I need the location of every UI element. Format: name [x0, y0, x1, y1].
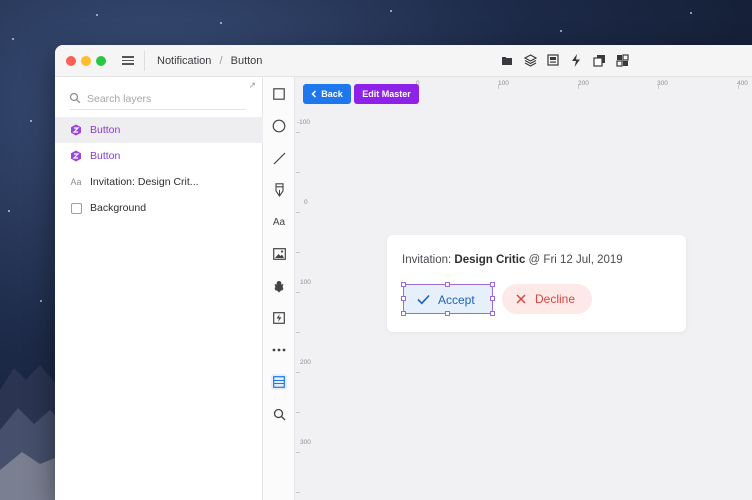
ruler-label: -100 [297, 119, 311, 126]
title-toolbar [500, 53, 629, 67]
layer-label: Button [90, 150, 121, 162]
star [40, 300, 42, 302]
accept-button[interactable]: Accept [401, 282, 495, 316]
back-label: Back [321, 89, 343, 99]
close-icon [516, 294, 526, 304]
menu-icon[interactable] [121, 54, 135, 68]
resize-handle[interactable] [490, 296, 495, 301]
resize-handle[interactable] [490, 311, 495, 316]
image-tool-icon[interactable] [271, 246, 287, 262]
star [560, 30, 562, 32]
rectangle-tool-icon[interactable] [271, 86, 287, 102]
layer-item-button[interactable]: Button [55, 143, 263, 169]
resize-handle[interactable] [445, 311, 450, 316]
layer-item-button[interactable]: Button [55, 117, 263, 143]
rectangle-icon [70, 202, 82, 214]
bolt-icon[interactable] [569, 53, 583, 67]
mountain-silhouette [0, 365, 60, 500]
text-tool-icon[interactable]: Aa [271, 214, 287, 230]
tools-toolbar: Aa [263, 77, 295, 500]
resize-handle[interactable] [401, 311, 406, 316]
star [30, 120, 32, 122]
check-icon [417, 294, 430, 305]
chevron-left-icon [311, 90, 317, 98]
star [220, 22, 222, 24]
ruler-label: 0 [304, 199, 308, 206]
line-tool-icon[interactable] [271, 150, 287, 166]
star [690, 12, 692, 14]
text-icon: Aa [70, 177, 82, 187]
minimize-window-button[interactable] [81, 56, 91, 66]
layer-label: Invitation: Design Crit... [90, 176, 199, 188]
decline-button[interactable]: Decline [502, 284, 592, 314]
invitation-text: Invitation: Design Critic @ Fri 12 Jul, … [402, 254, 623, 266]
breadcrumb-current: Button [230, 55, 263, 67]
layer-item-invitation-text[interactable]: Aa Invitation: Design Crit... [55, 169, 263, 195]
divider [144, 51, 145, 71]
image-frame-icon[interactable] [546, 53, 560, 67]
zoom-window-button[interactable] [96, 56, 106, 66]
vertical-ruler: -100 0 100 200 300 [295, 77, 311, 500]
breadcrumb: Notification / Button [157, 55, 262, 67]
star [8, 210, 10, 212]
decline-label: Decline [535, 292, 576, 306]
close-window-button[interactable] [66, 56, 76, 66]
resize-handle[interactable] [401, 282, 406, 287]
component-icon [70, 150, 82, 162]
notification-card[interactable]: Invitation: Design Critic @ Fri 12 Jul, … [387, 235, 686, 332]
search-input[interactable] [87, 91, 242, 107]
components-icon[interactable] [615, 53, 629, 67]
back-button[interactable]: Back [303, 84, 351, 104]
component-icon [70, 124, 82, 136]
ruler-label: 100 [300, 279, 311, 286]
star [96, 14, 98, 16]
star [12, 38, 14, 40]
ruler-label: 200 [300, 359, 311, 366]
layers-panel: ↗ Button Button Aa Invitation: Design Cr… [55, 77, 263, 500]
folder-icon[interactable] [500, 53, 514, 67]
layer-search [69, 91, 246, 110]
title-bar: Notification / Button [55, 45, 752, 77]
resize-handle[interactable] [401, 296, 406, 301]
breadcrumb-parent[interactable]: Notification [157, 55, 211, 67]
layer-label: Button [90, 124, 121, 136]
layer-item-background[interactable]: Background [55, 195, 263, 221]
overlap-icon[interactable] [592, 53, 606, 67]
resize-handle[interactable] [490, 282, 495, 287]
ellipse-tool-icon[interactable] [271, 118, 287, 134]
search-icon [69, 92, 81, 104]
edit-master-button[interactable]: Edit Master [354, 84, 419, 104]
pen-tool-icon[interactable] [271, 182, 287, 198]
layers-stack-icon[interactable] [523, 53, 537, 67]
app-window: Notification / Button ↗ Search layers Bu… [55, 45, 752, 500]
design-canvas[interactable]: 0 100 200 300 400 -100 0 100 200 300 Bac… [295, 77, 752, 500]
interaction-tool-icon[interactable] [271, 310, 287, 326]
more-icon[interactable] [271, 342, 287, 358]
star [390, 10, 392, 12]
zoom-tool-icon[interactable] [271, 406, 287, 422]
invitation-title: Design Critic [454, 254, 526, 266]
accept-label: Accept [438, 293, 475, 307]
layer-label: Background [90, 202, 147, 214]
ruler-label: 100 [498, 80, 509, 87]
ruler-label: 200 [578, 80, 589, 87]
breadcrumb-separator: / [219, 55, 223, 67]
layout-tool-icon[interactable] [271, 374, 287, 390]
ruler-label: 300 [300, 439, 311, 446]
resize-handle[interactable] [445, 282, 450, 287]
expand-icon[interactable]: ↗ [248, 80, 256, 91]
plugin-tool-icon[interactable] [271, 278, 287, 294]
